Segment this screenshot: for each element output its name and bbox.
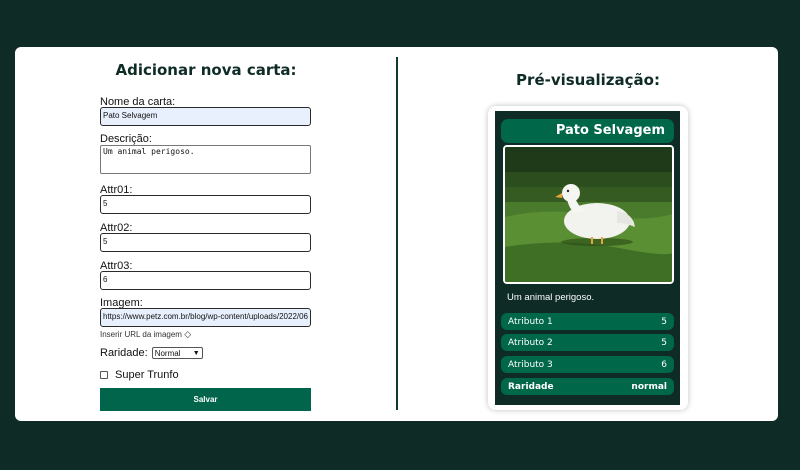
card-rarity: Raridade normal [501, 378, 674, 395]
card-attribute-2: Atributo 2 5 [501, 334, 674, 351]
description-label: Descrição: [100, 133, 152, 145]
card-image [503, 145, 674, 284]
card-attribute-value: 6 [661, 359, 667, 370]
super-trunfo-checkbox[interactable] [100, 371, 108, 379]
card-attribute-1: Atributo 1 5 [501, 313, 674, 330]
card-description: Um animal perigoso. [507, 292, 595, 303]
image-hint: Inserir URL da imagem ◇ [100, 329, 191, 340]
description-textarea[interactable]: Um animal perigoso. [100, 145, 311, 174]
attr1-input[interactable]: 5 [100, 195, 311, 214]
card-attribute-value: 5 [661, 337, 667, 348]
image-hint-text: Inserir URL da imagem [100, 330, 182, 339]
diamond-icon: ◇ [184, 329, 192, 339]
main-panel: Adicionar nova carta: Nome da carta: Pat… [15, 47, 778, 421]
rarity-select[interactable]: Normal ▼ [151, 347, 203, 359]
name-input[interactable]: Pato Selvagem [100, 107, 311, 126]
attr2-input[interactable]: 5 [100, 233, 311, 252]
form-title: Adicionar nova carta: [115, 61, 297, 79]
card-rarity-label: Raridade [508, 381, 554, 392]
duck-photo [505, 147, 672, 282]
divider [396, 57, 398, 410]
card-attribute-label: Atributo 3 [508, 359, 553, 370]
save-button[interactable]: Salvar [100, 388, 311, 411]
super-trunfo-label: Super Trunfo [115, 369, 179, 381]
rarity-row: Raridade: Normal ▼ [100, 347, 203, 359]
attr3-input[interactable]: 6 [100, 271, 311, 290]
card-name: Pato Selvagem [501, 119, 674, 143]
image-url-input[interactable]: https://www.petz.com.br/blog/wp-content/… [100, 308, 311, 327]
card-attribute-3: Atributo 3 6 [501, 356, 674, 373]
rarity-label: Raridade: [100, 347, 148, 359]
chevron-down-icon: ▼ [192, 349, 200, 357]
card-rarity-value: normal [631, 381, 667, 392]
preview-title: Pré-visualização: [516, 71, 660, 89]
card-attribute-label: Atributo 1 [508, 316, 553, 327]
rarity-select-value: Normal [154, 348, 181, 358]
card-attribute-label: Atributo 2 [508, 337, 553, 348]
card-attribute-value: 5 [661, 316, 667, 327]
super-trunfo-row: Super Trunfo [100, 369, 179, 381]
